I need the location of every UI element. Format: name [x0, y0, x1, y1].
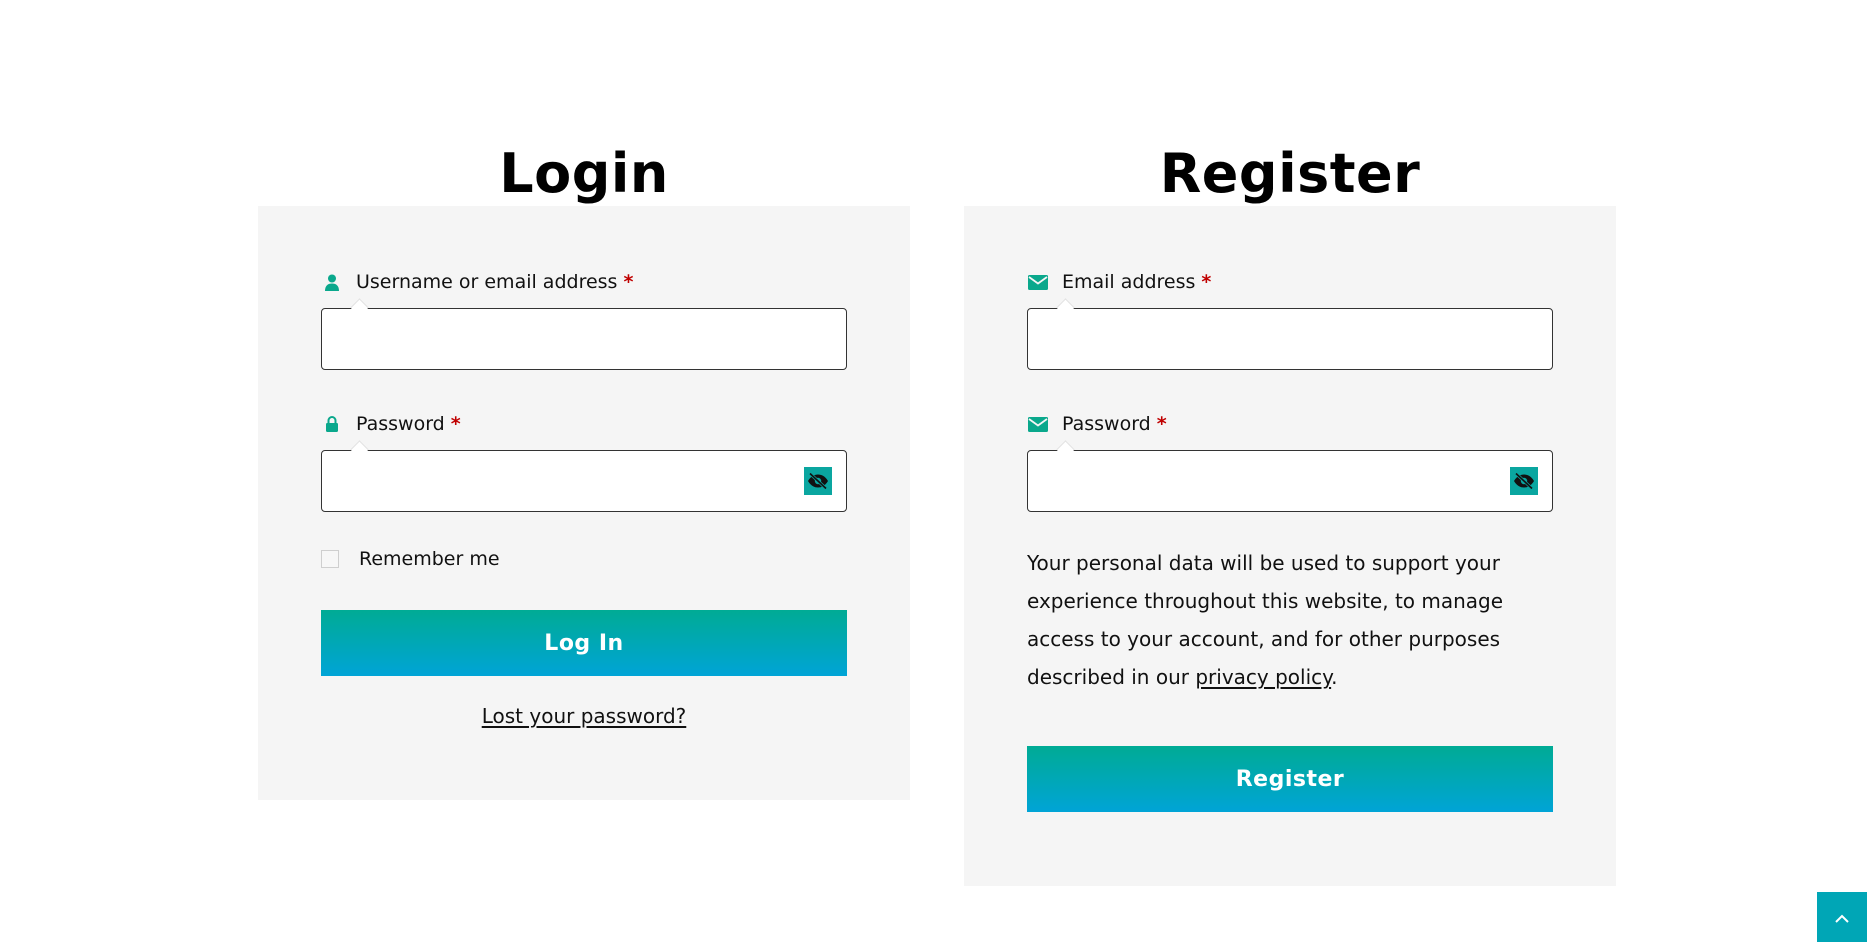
register-password-field: Password *	[1027, 412, 1553, 512]
required-marker: *	[1156, 413, 1167, 435]
register-password-label: Password	[1062, 413, 1151, 435]
privacy-text-after: .	[1331, 665, 1338, 689]
remember-me-row[interactable]: Remember me	[321, 546, 847, 572]
email-input[interactable]	[1027, 308, 1553, 370]
remember-me-label: Remember me	[359, 548, 500, 570]
required-marker: *	[623, 271, 634, 293]
eye-slash-icon[interactable]	[1510, 467, 1538, 495]
register-section: Register Email address * Password * Your…	[964, 142, 1616, 886]
username-input[interactable]	[321, 308, 847, 370]
register-card: Email address * Password * Your personal…	[964, 206, 1616, 886]
email-label-row: Email address *	[1027, 270, 1553, 294]
required-marker: *	[1201, 271, 1212, 293]
email-field: Email address *	[1027, 270, 1553, 370]
account-page: Login Username or email address * Passwo…	[0, 0, 1872, 950]
login-section: Login Username or email address * Passwo…	[258, 142, 910, 800]
lost-password-link[interactable]: Lost your password?	[321, 704, 847, 728]
envelope-icon	[1027, 271, 1049, 293]
username-input-wrap	[321, 308, 847, 370]
lock-icon	[321, 413, 343, 435]
login-password-field: Password *	[321, 412, 847, 512]
login-card: Username or email address * Password * R…	[258, 206, 910, 800]
privacy-notice: Your personal data will be used to suppo…	[1027, 544, 1553, 696]
eye-slash-icon[interactable]	[804, 467, 832, 495]
login-button[interactable]: Log In	[321, 610, 847, 676]
username-field: Username or email address *	[321, 270, 847, 370]
login-password-input-wrap	[321, 450, 847, 512]
register-heading: Register	[1159, 142, 1421, 205]
username-label-row: Username or email address *	[321, 270, 847, 294]
user-icon	[321, 271, 343, 293]
login-heading: Login	[499, 142, 669, 205]
register-password-input[interactable]	[1027, 450, 1553, 512]
register-button[interactable]: Register	[1027, 746, 1553, 812]
required-marker: *	[450, 413, 461, 435]
email-input-wrap	[1027, 308, 1553, 370]
login-password-label: Password	[356, 413, 445, 435]
email-label: Email address	[1062, 271, 1196, 293]
remember-me-checkbox[interactable]	[321, 550, 339, 568]
register-password-input-wrap	[1027, 450, 1553, 512]
back-to-top-button[interactable]	[1817, 892, 1867, 942]
privacy-policy-link[interactable]: privacy policy	[1195, 665, 1331, 689]
login-password-label-row: Password *	[321, 412, 847, 436]
envelope-icon	[1027, 413, 1049, 435]
login-password-input[interactable]	[321, 450, 847, 512]
username-label: Username or email address	[356, 271, 618, 293]
register-password-label-row: Password *	[1027, 412, 1553, 436]
chevron-up-icon	[1835, 908, 1849, 927]
